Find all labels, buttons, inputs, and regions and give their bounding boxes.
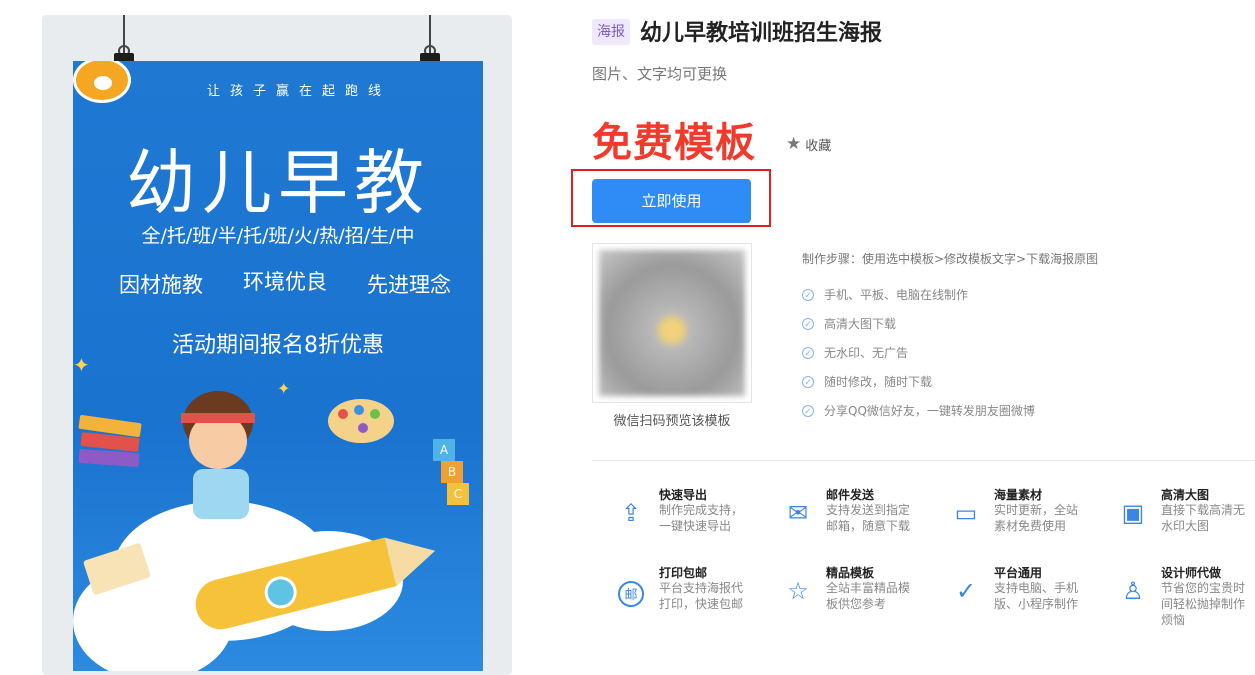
feature-title: 精品模板 <box>826 566 875 580</box>
poster-slogan: 让孩子赢在起跑线 <box>206 84 391 99</box>
check-icon: ✓ <box>802 317 814 330</box>
feature-item: ▣ 高清大图 直接下载高清无水印大图 <box>1094 486 1254 556</box>
feature-desc: 节省您的宝贵时间轻松抛掉制作烦恼 <box>1161 581 1246 627</box>
check-icon: ✓ <box>802 346 814 359</box>
check-icon: ✓ <box>802 288 814 301</box>
check-circle-icon: ✓ <box>955 577 977 605</box>
feature-desc: 支持电脑、手机版、小程序制作 <box>994 581 1079 611</box>
list-item: ✓ 手机、平板、电脑在线制作 <box>802 280 1035 309</box>
feature-item: ♙ 设计师代做 节省您的宝贵时间轻松抛掉制作烦恼 <box>1094 564 1254 634</box>
list-item: ✓ 高清大图下载 <box>802 309 1035 338</box>
free-template-label: 免费模板 <box>592 120 756 166</box>
qr-code <box>592 243 752 403</box>
star-icon: ★ <box>786 134 802 154</box>
favorite-label: 收藏 <box>805 138 832 154</box>
feature-title: 平台通用 <box>994 566 1043 580</box>
list-item-label: 随时修改，随时下载 <box>824 375 933 389</box>
feature-item: ▭ 海量素材 实时更新，全站素材免费使用 <box>927 486 1087 556</box>
feature-desc: 全站丰富精品模板供您参考 <box>826 581 911 611</box>
feature-title: 海量素材 <box>994 488 1043 502</box>
divider <box>592 460 1255 461</box>
designer-icon: ♙ <box>1122 577 1144 605</box>
poster-headline: 幼儿早教 <box>126 142 430 224</box>
list-item: ✓ 随时修改，随时下载 <box>802 367 1035 396</box>
image-icon: ▣ <box>1121 499 1145 527</box>
steps-text: 制作步骤：使用选中模板>修改模板文字>下载海报原图 <box>802 252 1099 266</box>
kid-illustration <box>163 391 273 541</box>
sparkle-icon: ✦ <box>73 353 90 377</box>
poster-feature: 环境优良 <box>243 270 327 294</box>
abc-blocks-illustration: A B C <box>433 439 473 509</box>
folder-icon: ▭ <box>954 499 978 527</box>
feature-title: 打印包邮 <box>659 566 708 580</box>
check-icon: ✓ <box>802 404 814 417</box>
feature-desc: 支持发送到指定邮箱，随意下载 <box>826 503 911 533</box>
mail-icon: ✉ <box>787 499 809 527</box>
print-mail-icon: 邮 <box>616 576 646 607</box>
poster-image[interactable]: 让孩子赢在起跑线 幼儿早教 全/托/班/半/托/班/火/热/招/生/中 因材施教… <box>73 61 483 671</box>
books-illustration <box>78 414 143 479</box>
category-tag: 海报 <box>592 19 630 45</box>
star-icon: ☆ <box>787 577 809 605</box>
list-item-label: 高清大图下载 <box>824 317 897 331</box>
list-item: ✓ 分享QQ微信好友，一键转发朋友圈微博 <box>802 396 1035 425</box>
feature-desc: 直接下载高清无水印大图 <box>1161 503 1246 533</box>
palette-illustration <box>328 399 394 443</box>
feature-title: 设计师代做 <box>1161 566 1222 580</box>
feature-title: 邮件发送 <box>826 488 875 502</box>
check-icon: ✓ <box>802 375 814 388</box>
feature-title: 快速导出 <box>659 488 708 502</box>
use-now-button[interactable]: 立即使用 <box>592 179 751 223</box>
feature-item: ⇪ 快速导出 制作完成支持，一键快速导出 <box>592 486 752 556</box>
feature-item: ✓ 平台通用 支持电脑、手机版、小程序制作 <box>927 564 1087 634</box>
poster-promo: 活动期间报名8折优惠 <box>172 333 384 358</box>
benefit-list: ✓ 手机、平板、电脑在线制作 ✓ 高清大图下载 ✓ 无水印、无广告 ✓ 随时修改，随时下… <box>802 280 1035 425</box>
feature-desc: 制作完成支持，一键快速导出 <box>659 503 744 533</box>
list-item-label: 分享QQ微信好友，一键转发朋友圈微博 <box>824 404 1035 418</box>
list-item-label: 手机、平板、电脑在线制作 <box>824 288 969 302</box>
poster-feature: 因材施教 <box>119 273 203 297</box>
feature-item: ✉ 邮件发送 支持发送到指定邮箱，随意下载 <box>759 486 919 556</box>
favorite-button[interactable]: ★ 收藏 <box>786 134 831 154</box>
feature-title: 高清大图 <box>1161 488 1210 502</box>
list-item-label: 无水印、无广告 <box>824 346 909 360</box>
page-subtitle: 图片、文字均可更换 <box>592 65 728 83</box>
feature-item: ☆ 精品模板 全站丰富精品模板供您参考 <box>759 564 919 634</box>
sparkle-icon: ✦ <box>277 379 291 398</box>
feature-item: 邮 打印包邮 平台支持海报代打印，快速包邮 <box>592 564 752 634</box>
feature-desc: 实时更新，全站素材免费使用 <box>994 503 1079 533</box>
list-item: ✓ 无水印、无广告 <box>802 338 1035 367</box>
export-icon: ⇪ <box>620 499 642 527</box>
feature-desc: 平台支持海报代打印，快速包邮 <box>659 581 744 611</box>
poster-class-types: 全/托/班/半/托/班/火/热/招/生/中 <box>141 225 415 247</box>
qr-label: 微信扫码预览该模板 <box>613 414 731 429</box>
poster-feature: 先进理念 <box>367 273 451 297</box>
page-title: 幼儿早教培训班招生海报 <box>640 21 883 46</box>
